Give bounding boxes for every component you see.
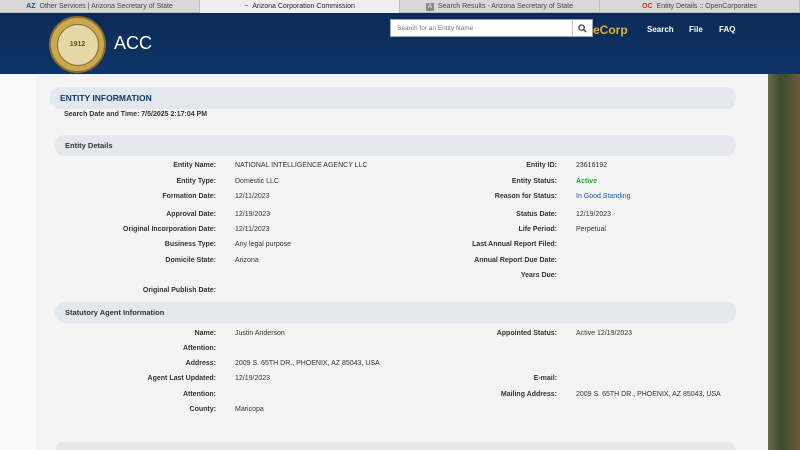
status-date-value: 12/19/2023 <box>576 211 612 218</box>
arizona-seal-logo[interactable]: 1912 <box>49 16 106 73</box>
annual-report-due-date-label: Annual Report Due Date: <box>474 257 557 264</box>
county-label: County: <box>189 406 216 413</box>
agent-name-label: Name: <box>194 330 216 337</box>
entity-search-box <box>390 19 593 37</box>
county-value: Maricopa <box>235 406 264 413</box>
agent-attention-label: Attention: <box>182 345 216 352</box>
agent-last-updated-value: 12/19/2023 <box>235 375 271 382</box>
business-type-label: Business Type: <box>164 241 216 248</box>
original-publish-date-label: Original Publish Date: <box>142 287 216 294</box>
browser-tab-active[interactable]: ~ Arizona Corporation Commission <box>200 0 400 13</box>
tab-label: Search Results - Arizona Secretary of St… <box>437 3 573 10</box>
mailing-address-label: Mailing Address: <box>500 391 557 398</box>
browser-tab[interactable]: A Search Results - Arizona Secretary of … <box>400 0 600 13</box>
statutory-agent-heading: Statutory Agent Information <box>55 302 736 323</box>
search-date-time: Search Date and Time: 7/5/2025 2:17:04 P… <box>64 111 208 118</box>
opencorporates-favicon-icon: OC <box>642 3 653 10</box>
acc-favicon-icon: ~ <box>244 3 249 10</box>
approval-date-value: 12/19/2023 <box>235 211 271 218</box>
agent-address-label: Address: <box>185 360 216 367</box>
original-incorporation-date-value: 12/11/2023 <box>235 226 270 233</box>
entity-type-label: Entity Type: <box>176 178 216 185</box>
entity-name-value: NATIONAL INTELLIGENCE AGENCY LLC <box>235 162 368 169</box>
reason-for-status-label: Reason for Status: <box>494 193 557 200</box>
agent-address-value: 2009 S. 65TH DR., PHOENIX, AZ 85043, USA <box>235 360 380 367</box>
formation-date-label: Formation Date: <box>162 193 216 200</box>
tab-label: Other Services | Arizona Secretary of St… <box>39 3 173 10</box>
agent-name-value: Justin Anderson <box>235 330 285 337</box>
domicile-state-value: Arizona <box>235 257 259 264</box>
nav-file-link[interactable]: File <box>689 25 703 34</box>
entity-type-value: Domestic LLC <box>235 178 279 185</box>
agent-email-label: E-mail: <box>533 375 557 382</box>
a-favicon-icon: A <box>425 2 434 11</box>
desktop-background-edge <box>768 74 800 450</box>
entity-status-value: Active <box>576 178 598 185</box>
status-date-label: Status Date: <box>516 211 557 218</box>
ecorp-link[interactable]: eCorp <box>593 23 628 37</box>
agent-last-updated-label: Agent Last Updated: <box>147 375 216 382</box>
reason-for-status-value[interactable]: In Good Standing <box>576 193 631 200</box>
last-annual-report-filed-label: Last Annual Report Filed: <box>472 241 557 248</box>
tab-label: Entity Details :: OpenCorporates <box>656 3 757 10</box>
mailing-attention-label: Attention: <box>182 391 216 398</box>
site-title[interactable]: ACC <box>114 33 152 54</box>
life-period-label: Life Period: <box>518 226 557 233</box>
browser-tab-bar: AZ Other Services | Arizona Secretary of… <box>0 0 800 13</box>
appointed-status-label: Appointed Status: <box>496 330 557 337</box>
browser-tab[interactable]: AZ Other Services | Arizona Secretary of… <box>0 0 200 13</box>
life-period-value: Perpetual <box>576 226 606 233</box>
entity-status-label: Entity Status: <box>511 178 557 185</box>
entity-id-label: Entity ID: <box>526 162 557 169</box>
page-margin-left <box>0 74 36 450</box>
nav-faq-link[interactable]: FAQ <box>719 25 735 34</box>
seal-center: 1912 <box>56 23 99 66</box>
entity-information-heading: ENTITY INFORMATION <box>50 87 736 109</box>
entity-search-input[interactable] <box>391 20 572 36</box>
years-due-label: Years Due: <box>520 272 557 279</box>
mailing-address-value: 2009 S. 65TH DR., PHOENIX, AZ 85043, USA <box>576 391 721 398</box>
entity-details-heading: Entity Details <box>55 135 736 156</box>
original-incorporation-date-label: Original Incorporation Date: <box>123 226 216 233</box>
domicile-state-label: Domicile State: <box>165 257 216 264</box>
search-icon <box>578 23 587 33</box>
approval-date-label: Approval Date: <box>166 211 216 218</box>
seal-year: 1912 <box>69 41 86 48</box>
business-type-value: Any legal purpose <box>235 241 292 248</box>
search-button[interactable] <box>572 20 592 36</box>
formation-date-value: 12/11/2023 <box>235 193 270 200</box>
appointed-status-value: Active 12/19/2023 <box>576 330 633 337</box>
site-header: 1912 ACC eCorp Search File FAQ <box>0 13 800 74</box>
browser-tab[interactable]: OC Entity Details :: OpenCorporates <box>600 0 800 13</box>
nav-search-link[interactable]: Search <box>647 25 674 34</box>
next-section-heading <box>55 442 736 450</box>
tab-label: Arizona Corporation Commission <box>252 3 355 10</box>
az-favicon-icon: AZ <box>26 3 36 10</box>
entity-id-value: 23616192 <box>576 162 608 169</box>
entity-name-label: Entity Name: <box>173 162 216 169</box>
